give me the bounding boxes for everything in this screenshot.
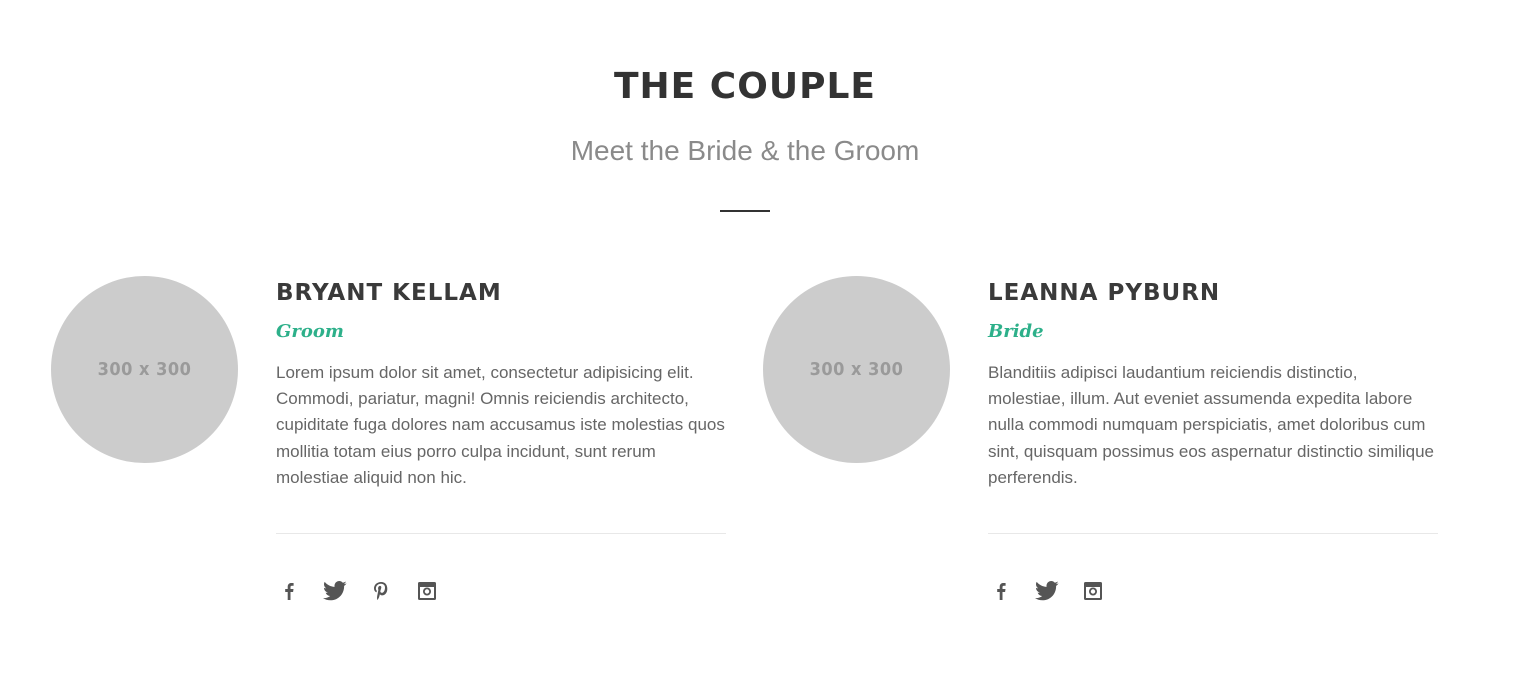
avatar: 300 x 300 — [51, 276, 238, 463]
avatar-placeholder-label: 300 x 300 — [809, 359, 904, 380]
social-links — [276, 578, 460, 604]
person-name: BRYANT KELLAM — [276, 280, 502, 306]
section-divider — [720, 210, 770, 212]
divider — [988, 533, 1438, 534]
person-card-groom: 300 x 300 BRYANT KELLAM Groom Lorem ipsu… — [51, 276, 741, 616]
section-title: THE COUPLE — [614, 66, 876, 107]
facebook-icon[interactable] — [988, 578, 1014, 604]
social-links — [988, 578, 1126, 604]
person-bio: Lorem ipsum dolor sit amet, consectetur … — [276, 363, 725, 487]
pinterest-icon[interactable] — [368, 578, 394, 604]
person-info: LEANNA PYBURN Bride Blanditiis adipisci … — [988, 276, 1438, 601]
twitter-icon[interactable] — [1034, 578, 1060, 604]
avatar: 300 x 300 — [763, 276, 950, 463]
instagram-icon[interactable] — [414, 578, 440, 604]
person-name: LEANNA PYBURN — [988, 280, 1221, 306]
section-subtitle: Meet the Bride & the Groom — [570, 135, 920, 166]
person-bio: Blanditiis adipisci laudantium reiciendi… — [988, 363, 1434, 487]
person-info: BRYANT KELLAM Groom Lorem ipsum dolor si… — [276, 276, 726, 601]
divider — [276, 533, 726, 534]
person-card-bride: 300 x 300 LEANNA PYBURN Bride Blanditiis… — [763, 276, 1453, 616]
avatar-placeholder-label: 300 x 300 — [97, 359, 192, 380]
instagram-icon[interactable] — [1080, 578, 1106, 604]
twitter-icon[interactable] — [322, 578, 348, 604]
person-role: Bride — [988, 321, 1044, 342]
person-role: Groom — [276, 321, 344, 342]
facebook-icon[interactable] — [276, 578, 302, 604]
